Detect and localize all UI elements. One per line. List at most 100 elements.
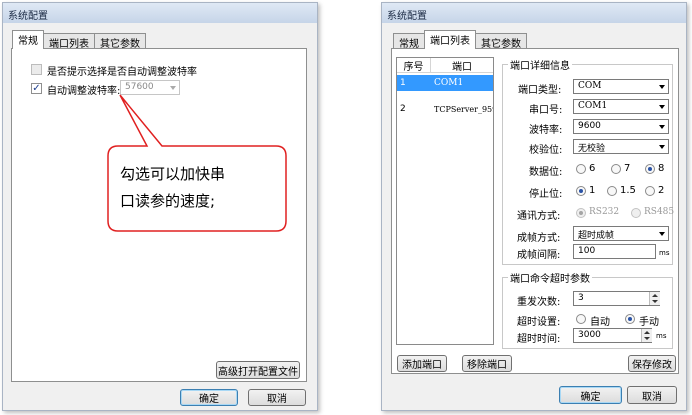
chevron-down-icon [659, 125, 665, 129]
prompt-adjust-label: 是否提示选择是否自动调整波特率 [47, 67, 197, 78]
stop-bits-1-label: 1 [589, 185, 596, 196]
left-tab-panel: 是否提示选择是否自动调整波特率 ✓ 自动调整波特率: 57600 高级打开配置文… [11, 48, 307, 382]
baud-combo[interactable]: 9600 [573, 119, 669, 134]
data-bits-label: 数据位: [529, 167, 563, 178]
right-dialog-title: 系统配置 [382, 3, 686, 23]
frame-mode-combo[interactable]: 超时成帧 [573, 226, 669, 241]
port-list-header: 序号 端口 [397, 58, 493, 73]
retry-count-input[interactable]: 3 [573, 291, 660, 306]
tab-other-params[interactable]: 其它参数 [94, 33, 146, 50]
stop-bits-1-radio[interactable] [576, 186, 586, 196]
spin-down-icon [652, 300, 658, 303]
frame-interval-input[interactable]: 100 [573, 244, 656, 259]
stop-bits-2-radio[interactable] [645, 186, 655, 196]
timeout-time-spinner[interactable] [641, 329, 652, 342]
stop-bits-label: 停止位: [529, 189, 563, 200]
comm-rs232-label: RS232 [589, 207, 620, 217]
stop-bits-2-label: 2 [658, 185, 665, 196]
baud-rate-value: 57600 [125, 82, 154, 92]
data-bits-6-label: 6 [589, 163, 596, 174]
comm-rs485-label: RS485 [644, 207, 675, 217]
data-bits-6-radio[interactable] [576, 164, 586, 174]
chevron-down-icon [659, 145, 665, 149]
tab-port-list[interactable]: 端口列表 [424, 30, 476, 49]
port-type-value: COM [578, 81, 602, 91]
port-list[interactable]: 序号 端口 1 COM1 2 TCPServer_9595 [396, 57, 494, 345]
data-bits-8-label: 8 [658, 163, 665, 174]
row-index: 1 [400, 78, 406, 88]
prompt-adjust-checkbox[interactable] [31, 64, 42, 75]
serial-no-value: COM1 [578, 101, 608, 111]
baud-value: 9600 [578, 121, 601, 131]
tab-other-params[interactable]: 其它参数 [475, 33, 527, 50]
auto-adjust-checkbox[interactable]: ✓ [31, 83, 42, 94]
spin-up-icon [644, 331, 650, 334]
auto-adjust-label: 自动调整波特率: [47, 86, 121, 97]
tab-general[interactable]: 常规 [393, 33, 425, 50]
timeout-auto-radio[interactable] [576, 314, 586, 324]
frame-mode-label: 成帧方式: [517, 233, 561, 244]
tab-general[interactable]: 常规 [12, 30, 44, 49]
data-bits-7-label: 7 [624, 163, 631, 174]
retry-count-label: 重发次数: [517, 297, 561, 308]
left-tab-bar: 常规 端口列表 其它参数 [12, 30, 146, 50]
baud-label: 波特率: [529, 125, 563, 136]
timeout-time-value: 3000 [578, 330, 601, 340]
comm-rs485-radio[interactable] [631, 208, 641, 218]
timeout-setting-label: 超时设置: [517, 317, 561, 328]
retry-count-spinner[interactable] [649, 292, 660, 305]
serial-no-label: 串口号: [529, 105, 563, 116]
timeout-auto-label: 自动 [590, 317, 610, 328]
spin-up-icon [652, 294, 658, 297]
col-index-header[interactable]: 序号 [397, 58, 431, 73]
right-cancel-button[interactable]: 取消 [627, 386, 677, 404]
baud-rate-combo[interactable]: 57600 [120, 80, 180, 95]
frame-interval-label: 成帧间隔: [517, 250, 561, 261]
stop-bits-1-5-radio[interactable] [607, 186, 617, 196]
tab-port-list[interactable]: 端口列表 [43, 33, 95, 50]
left-ok-button[interactable]: 确定 [180, 389, 238, 406]
parity-combo[interactable]: 无校验 [573, 139, 669, 154]
port-details-title: 端口详细信息 [508, 57, 572, 72]
stop-bits-1-5-label: 1.5 [620, 185, 636, 196]
right-tab-panel: 序号 端口 1 COM1 2 TCPServer_9595 端口详细信息 端口类… [391, 48, 679, 374]
col-port-header[interactable]: 端口 [431, 58, 493, 73]
right-tab-bar: 常规 端口列表 其它参数 [393, 30, 527, 50]
timeout-manual-radio[interactable] [625, 314, 635, 324]
remove-port-button[interactable]: 移除端口 [462, 355, 512, 372]
left-cancel-button[interactable]: 取消 [248, 389, 306, 406]
spin-down-icon [644, 337, 650, 340]
chevron-down-icon [659, 232, 665, 236]
timeout-manual-label: 手动 [639, 317, 659, 328]
left-dialog-title: 系统配置 [3, 3, 317, 23]
data-bits-7-radio[interactable] [611, 164, 621, 174]
data-bits-8-radio[interactable] [645, 164, 655, 174]
retry-count-value: 3 [578, 293, 584, 303]
chevron-down-icon [659, 85, 665, 89]
right-ok-button[interactable]: 确定 [559, 386, 622, 404]
callout-line-2: 口读参的速度; [120, 192, 216, 210]
row-index: 2 [400, 104, 406, 114]
chevron-down-icon [170, 86, 176, 90]
port-type-combo[interactable]: COM [573, 79, 669, 94]
add-port-button[interactable]: 添加端口 [397, 355, 447, 372]
callout-text: 勾选可以加快串 口读参的速度; [120, 161, 270, 215]
comm-rs232-radio[interactable] [576, 208, 586, 218]
timeout-time-unit: ms [656, 332, 667, 340]
frame-interval-unit: ms [659, 249, 670, 257]
timeout-time-label: 超时时间: [517, 334, 561, 345]
table-row[interactable]: 1 COM1 [397, 75, 493, 91]
frame-mode-value: 超时成帧 [578, 231, 615, 241]
advanced-open-config-button[interactable]: 高级打开配置文件 [216, 361, 300, 379]
port-type-label: 端口类型: [518, 85, 562, 96]
right-dialog: 系统配置 常规 端口列表 其它参数 序号 端口 1 COM1 2 TCPServ… [381, 2, 687, 411]
row-port-name: TCPServer_9595 [434, 104, 493, 114]
save-changes-button[interactable]: 保存修改 [628, 355, 676, 372]
row-port-name: COM1 [434, 78, 464, 88]
chevron-down-icon [659, 105, 665, 109]
callout-line-1: 勾选可以加快串 [120, 165, 226, 183]
parity-label: 校验位: [529, 145, 563, 156]
table-row[interactable]: 2 TCPServer_9595 [397, 101, 493, 117]
serial-no-combo[interactable]: COM1 [573, 99, 669, 114]
parity-value: 无校验 [578, 144, 606, 154]
